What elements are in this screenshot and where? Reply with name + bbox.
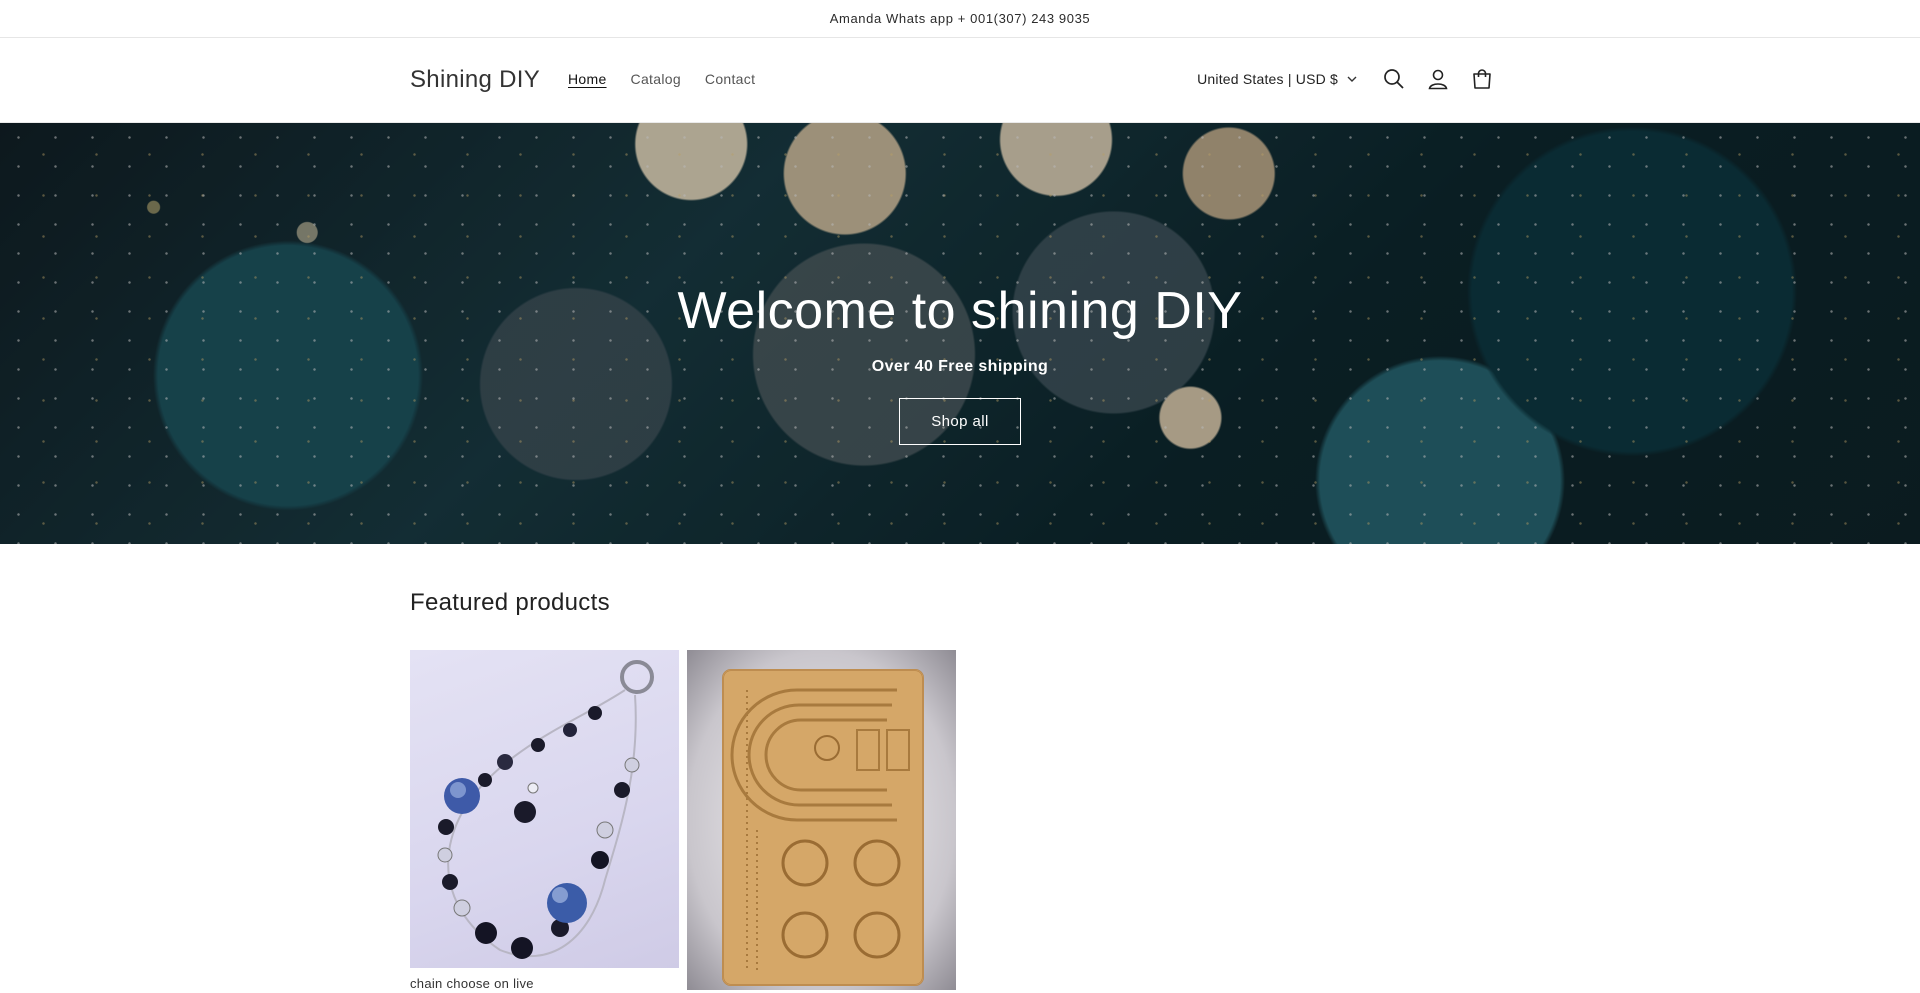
hero-banner: Welcome to shining DIY Over 40 Free ship…	[0, 123, 1920, 544]
country-selector-label: United States | USD $	[1197, 71, 1338, 87]
product-card[interactable]: chain choose on live	[410, 650, 679, 991]
country-selector[interactable]: United States | USD $	[1197, 71, 1358, 87]
account-icon	[1428, 69, 1448, 90]
search-button[interactable]	[1372, 58, 1416, 100]
bracelet-illustration	[437, 660, 654, 959]
bead-board-illustration	[722, 669, 924, 986]
chevron-down-icon	[1347, 76, 1357, 82]
hero-content: Welcome to shining DIY Over 40 Free ship…	[0, 282, 1920, 446]
announcement-text: Amanda Whats app + 001(307) 243 9035	[829, 11, 1091, 26]
nav-catalog[interactable]: Catalog	[631, 71, 681, 87]
nav-contact[interactable]: Contact	[705, 71, 755, 87]
account-button[interactable]	[1416, 58, 1460, 100]
site-header: Shining DIY Home Catalog Contact United …	[0, 38, 1920, 123]
nav-home[interactable]: Home	[568, 71, 607, 87]
featured-products-title: Featured products	[410, 589, 610, 616]
product-image-bracelet[interactable]	[410, 650, 679, 968]
product-card[interactable]	[687, 650, 956, 990]
hero-subtitle: Over 40 Free shipping	[871, 358, 1049, 376]
product-name[interactable]: chain choose on live	[410, 976, 534, 991]
product-image-bead-board[interactable]	[687, 650, 956, 990]
shop-all-button[interactable]: Shop all	[899, 398, 1021, 446]
announcement-bar: Amanda Whats app + 001(307) 243 9035	[0, 0, 1920, 38]
store-logo[interactable]: Shining DIY	[410, 66, 540, 94]
hero-title: Welcome to shining DIY	[677, 282, 1243, 340]
search-icon	[1384, 69, 1404, 89]
cart-button[interactable]	[1460, 58, 1504, 100]
main-nav: Home Catalog Contact	[568, 71, 755, 87]
cart-icon	[1473, 69, 1491, 89]
header-actions: United States | USD $	[1197, 58, 1504, 100]
